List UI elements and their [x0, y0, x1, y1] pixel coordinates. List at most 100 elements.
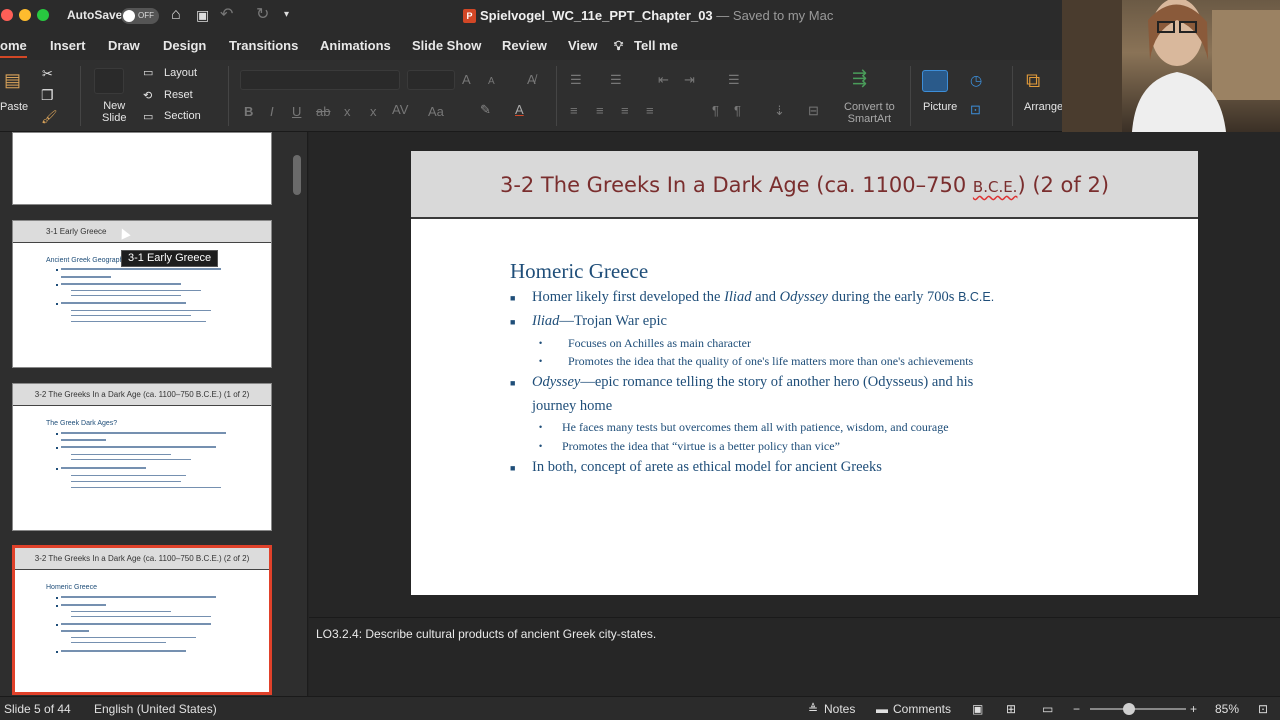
decrease-indent-icon[interactable]: ⇤ — [658, 72, 669, 88]
align-left-icon[interactable]: ≡ — [570, 103, 578, 119]
thumbnail-scrollbar[interactable] — [293, 155, 301, 195]
font-color-icon[interactable]: A — [515, 102, 524, 118]
text-box-icon[interactable]: ⊡ — [970, 102, 981, 118]
zoom-slider[interactable] — [1090, 708, 1186, 710]
layout-icon[interactable]: ▭ — [143, 66, 153, 79]
picture-button[interactable]: Picture — [923, 101, 957, 113]
minimize-window-button[interactable] — [19, 9, 31, 21]
bullets-icon[interactable]: ☰ — [570, 72, 582, 88]
align-right-icon[interactable]: ≡ — [621, 103, 629, 119]
new-slide-button[interactable]: New Slide — [102, 100, 126, 124]
comments-icon[interactable]: ▬ — [876, 702, 888, 716]
comments-button[interactable]: Comments — [893, 702, 951, 716]
tab-slide-show[interactable]: Slide Show — [412, 38, 481, 53]
tab-animations[interactable]: Animations — [320, 38, 391, 53]
language-indicator[interactable]: English (United States) — [94, 702, 217, 716]
bullet-homer[interactable]: Homer likely first developed the Iliad a… — [532, 289, 994, 306]
align-center-icon[interactable]: ≡ — [596, 103, 604, 119]
speaker-notes[interactable]: LO3.2.4: Describe cultural products of a… — [309, 617, 1280, 696]
sub-bullet-achilles[interactable]: Focuses on Achilles as main character — [568, 336, 751, 351]
justify-icon[interactable]: ≡ — [646, 103, 654, 119]
reset-button[interactable]: Reset — [164, 89, 193, 101]
tab-design[interactable]: Design — [163, 38, 206, 53]
zoom-out-icon[interactable]: − — [1073, 702, 1080, 716]
tab-insert[interactable]: Insert — [50, 38, 85, 53]
arrange-icon[interactable]: ⧉ — [1026, 70, 1040, 93]
paste-button[interactable]: Paste — [0, 101, 28, 113]
notes-button[interactable]: Notes — [824, 702, 855, 716]
text-direction-icon[interactable]: ⇣ — [774, 103, 785, 119]
redo-icon[interactable]: ↻ — [256, 6, 269, 24]
numbering-icon[interactable]: ☰ — [610, 72, 622, 88]
convert-to-smartart-button[interactable]: Convert to SmartArt — [844, 101, 895, 125]
normal-view-icon[interactable]: ▣ — [972, 702, 983, 716]
tab-draw[interactable]: Draw — [108, 38, 140, 53]
font-size-dropdown[interactable] — [407, 70, 455, 90]
zoom-slider-handle[interactable] — [1123, 703, 1135, 715]
picture-icon[interactable] — [922, 70, 948, 92]
paragraph-rtl-icon[interactable]: ¶ — [734, 103, 741, 119]
maximize-window-button[interactable] — [37, 9, 49, 21]
change-case-icon[interactable]: Aa — [428, 104, 444, 120]
arrange-button[interactable]: Arrange — [1024, 101, 1063, 113]
italic-icon[interactable]: I — [270, 104, 274, 120]
tab-home[interactable]: ome — [0, 38, 27, 58]
line-spacing-icon[interactable]: ☰ — [728, 72, 740, 88]
bullet-arete[interactable]: In both, concept of arete as ethical mod… — [532, 459, 882, 476]
section-button[interactable]: Section — [164, 110, 201, 122]
bullet-odyssey[interactable]: Odyssey—epic romance telling the story o… — [532, 374, 973, 391]
tab-review[interactable]: Review — [502, 38, 547, 53]
sub-bullet-tests[interactable]: He faces many tests but overcomes them a… — [562, 420, 949, 435]
undo-icon[interactable]: ↶ — [220, 6, 233, 24]
slide-thumbnail-5[interactable]: 3-2 The Greeks In a Dark Age (ca. 1100–7… — [12, 383, 272, 531]
paragraph-ltr-icon[interactable]: ¶ — [712, 103, 719, 119]
font-name-dropdown[interactable] — [240, 70, 400, 90]
slide-canvas[interactable]: 3-2 The Greeks In a Dark Age (ca. 1100–7… — [411, 151, 1198, 595]
smartart-icon[interactable]: ⇶ — [852, 68, 867, 89]
zoom-percentage[interactable]: 85% — [1215, 702, 1239, 716]
autosave-toggle[interactable]: OFF — [121, 8, 159, 24]
customize-toolbar-icon[interactable]: ▾ — [284, 6, 289, 24]
slide-heading[interactable]: Homeric Greece — [510, 259, 648, 284]
notes-text[interactable]: LO3.2.4: Describe cultural products of a… — [316, 627, 656, 641]
bullet-iliad[interactable]: Iliad—Trojan War epic — [532, 313, 667, 330]
sub-bullet-virtue[interactable]: Promotes the idea that “virtue is a bett… — [562, 439, 840, 454]
new-slide-icon[interactable] — [94, 68, 124, 94]
cut-icon[interactable]: ✂ — [42, 66, 53, 82]
reading-view-icon[interactable]: ▭ — [1042, 702, 1053, 716]
slide-thumbnail-3[interactable] — [12, 132, 272, 205]
slide-title[interactable]: 3-2 The Greeks In a Dark Age (ca. 1100–7… — [411, 173, 1198, 197]
bold-icon[interactable]: B — [244, 104, 253, 120]
character-spacing-icon[interactable]: AV — [392, 102, 408, 118]
notes-icon[interactable]: ≜ — [808, 702, 818, 716]
tab-view[interactable]: View — [568, 38, 597, 53]
slide-thumbnail-pane[interactable]: 3-1 Early Greece Ancient Greek Geography… — [0, 132, 308, 696]
fit-to-window-icon[interactable]: ⊡ — [1258, 702, 1268, 716]
superscript-icon[interactable]: x — [370, 104, 377, 120]
tab-transitions[interactable]: Transitions — [229, 38, 298, 53]
slide-sorter-icon[interactable]: ⊞ — [1006, 702, 1016, 716]
slide-thumbnail-6-selected[interactable]: 3-2 The Greeks In a Dark Age (ca. 1100–7… — [12, 545, 272, 695]
underline-icon[interactable]: U — [292, 104, 301, 120]
shapes-icon[interactable]: ◷ — [970, 72, 982, 89]
clear-formatting-icon[interactable]: A̸ — [527, 72, 536, 88]
save-icon[interactable]: ▣ — [196, 6, 209, 24]
decrease-font-icon[interactable]: A — [488, 74, 495, 90]
subscript-icon[interactable]: x — [344, 104, 351, 120]
strikethrough-icon[interactable]: ab — [316, 104, 330, 120]
format-painter-icon[interactable]: 🖌︎ — [41, 109, 58, 125]
increase-font-icon[interactable]: A — [462, 72, 471, 88]
align-text-icon[interactable]: ⊟ — [808, 103, 819, 119]
slide-thumbnail-4[interactable]: 3-1 Early Greece Ancient Greek Geography — [12, 220, 272, 368]
paste-icon[interactable]: ▤ — [4, 70, 21, 91]
highlight-icon[interactable]: ✎ — [480, 102, 491, 118]
sub-bullet-quality-of-life[interactable]: Promotes the idea that the quality of on… — [568, 354, 973, 369]
copy-icon[interactable]: ❐ — [41, 87, 54, 104]
zoom-in-icon[interactable]: + — [1190, 702, 1197, 716]
reset-icon[interactable]: ⟲ — [143, 89, 152, 102]
bullet-odyssey-line2[interactable]: journey home — [532, 398, 612, 415]
close-window-button[interactable] — [1, 9, 13, 21]
home-icon[interactable]: ⌂ — [171, 6, 181, 24]
tell-me-search[interactable]: Tell me — [634, 38, 678, 53]
increase-indent-icon[interactable]: ⇥ — [684, 72, 695, 88]
